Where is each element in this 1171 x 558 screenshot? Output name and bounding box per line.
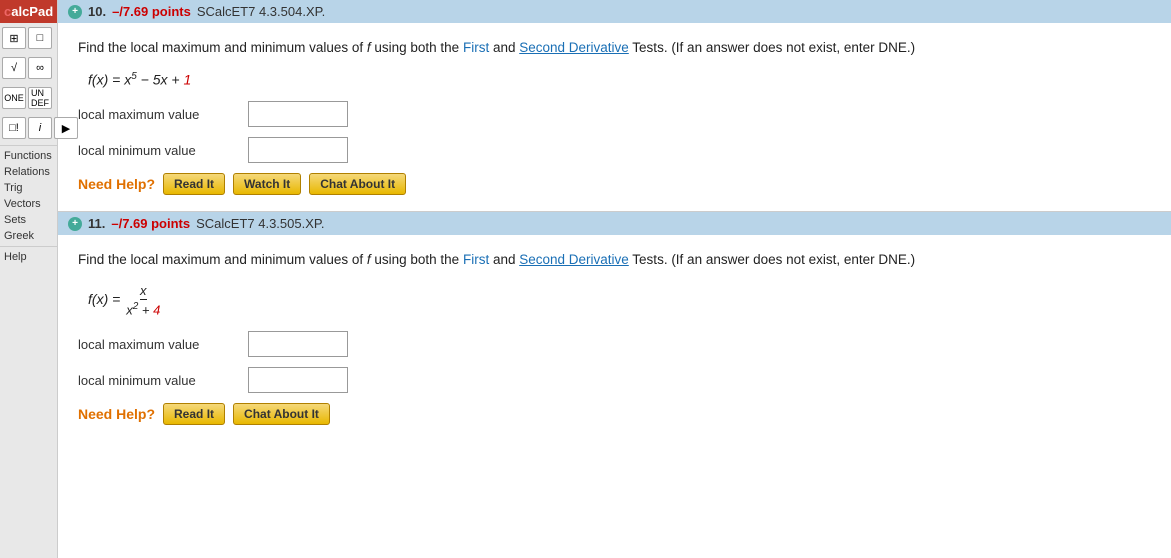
question-10-block: + 10. –/7.69 points SCalcET7 4.3.504.XP.…	[58, 0, 1171, 211]
q11-chat-button[interactable]: Chat About It	[233, 403, 330, 425]
q11-second-link[interactable]: Second Derivative	[519, 252, 629, 267]
sidebar: calcPad ⊞ □ √ ∞ ONE UNDEF □! i ▶ Functio…	[0, 0, 58, 558]
sidebar-item-sets[interactable]: Sets	[0, 212, 57, 228]
q10-question-text: Find the local maximum and minimum value…	[78, 37, 1151, 59]
q10-read-it-button[interactable]: Read It	[163, 173, 225, 195]
q11-formula: f(x) = x x2 + 4	[88, 283, 1151, 317]
q10-status-dot: +	[68, 5, 82, 19]
q11-min-label: local minimum value	[78, 373, 238, 388]
q11-read-it-button[interactable]: Read It	[163, 403, 225, 425]
q11-numerator: x	[140, 283, 147, 300]
q11-need-help-row: Need Help? Read It Chat About It	[78, 403, 1151, 425]
q10-min-row: local minimum value	[78, 137, 1151, 163]
q11-max-row: local maximum value	[78, 331, 1151, 357]
q11-need-help-label: Need Help?	[78, 406, 155, 422]
q11-points: –/7.69 points	[111, 216, 190, 231]
matrix-icon[interactable]: ⊞	[2, 27, 26, 49]
q11-denominator: x2 + 4	[126, 300, 160, 317]
sidebar-divider-1	[0, 145, 57, 146]
q10-need-help-label: Need Help?	[78, 176, 155, 192]
sidebar-divider-2	[0, 246, 57, 247]
excl-icon[interactable]: □!	[2, 117, 26, 139]
q10-max-label: local maximum value	[78, 107, 238, 122]
icon-row-1: ⊞ □	[0, 23, 54, 53]
q11-code: SCalcET7 4.3.505.XP.	[196, 216, 324, 231]
imag-icon[interactable]: i	[28, 117, 52, 139]
question-11-body: Find the local maximum and minimum value…	[58, 235, 1171, 441]
q11-max-label: local maximum value	[78, 337, 238, 352]
q10-points: –/7.69 points	[112, 4, 191, 19]
q10-max-input[interactable]	[248, 101, 348, 127]
q10-chat-button[interactable]: Chat About It	[309, 173, 406, 195]
sqrt-icon[interactable]: √	[2, 57, 26, 79]
one-icon[interactable]: ONE	[2, 87, 26, 109]
icon-row-3: ONE UNDEF	[0, 83, 54, 113]
q11-fraction: x x2 + 4	[126, 283, 160, 317]
q10-watch-it-button[interactable]: Watch It	[233, 173, 301, 195]
q10-formula: f(x) = x5 − 5x + 1	[88, 71, 1151, 88]
q10-min-input[interactable]	[248, 137, 348, 163]
q11-min-input[interactable]	[248, 367, 348, 393]
q10-number: 10.	[88, 4, 106, 19]
q10-min-label: local minimum value	[78, 143, 238, 158]
q11-number: 11.	[88, 216, 105, 231]
q10-max-row: local maximum value	[78, 101, 1151, 127]
q10-need-help-row: Need Help? Read It Watch It Chat About I…	[78, 173, 1151, 195]
sidebar-item-help[interactable]: Help	[0, 249, 57, 265]
question-10-header: + 10. –/7.69 points SCalcET7 4.3.504.XP.	[58, 0, 1171, 23]
calcpad-label: calcPad	[0, 0, 57, 23]
question-11-header: + 11. –/7.69 points SCalcET7 4.3.505.XP.	[58, 212, 1171, 235]
question-10-body: Find the local maximum and minimum value…	[58, 23, 1171, 211]
q10-second-link[interactable]: Second Derivative	[519, 40, 629, 55]
main-content: + 10. –/7.69 points SCalcET7 4.3.504.XP.…	[58, 0, 1171, 558]
q10-first-link[interactable]: First	[463, 40, 489, 55]
q10-code: SCalcET7 4.3.504.XP.	[197, 4, 325, 19]
icon-row-2: √ ∞	[0, 53, 54, 83]
q11-question-text: Find the local maximum and minimum value…	[78, 249, 1151, 271]
infinity-icon[interactable]: ∞	[28, 57, 52, 79]
q11-status-dot: +	[68, 217, 82, 231]
undef-icon[interactable]: UNDEF	[28, 87, 52, 109]
sidebar-item-vectors[interactable]: Vectors	[0, 196, 57, 212]
q11-first-link[interactable]: First	[463, 252, 489, 267]
sidebar-item-trig[interactable]: Trig	[0, 180, 57, 196]
q11-min-row: local minimum value	[78, 367, 1151, 393]
template-icon[interactable]: □	[28, 27, 52, 49]
sidebar-item-functions[interactable]: Functions	[0, 148, 57, 164]
sidebar-item-greek[interactable]: Greek	[0, 228, 57, 244]
sidebar-item-relations[interactable]: Relations	[0, 164, 57, 180]
question-11-block: + 11. –/7.69 points SCalcET7 4.3.505.XP.…	[58, 212, 1171, 441]
q11-max-input[interactable]	[248, 331, 348, 357]
